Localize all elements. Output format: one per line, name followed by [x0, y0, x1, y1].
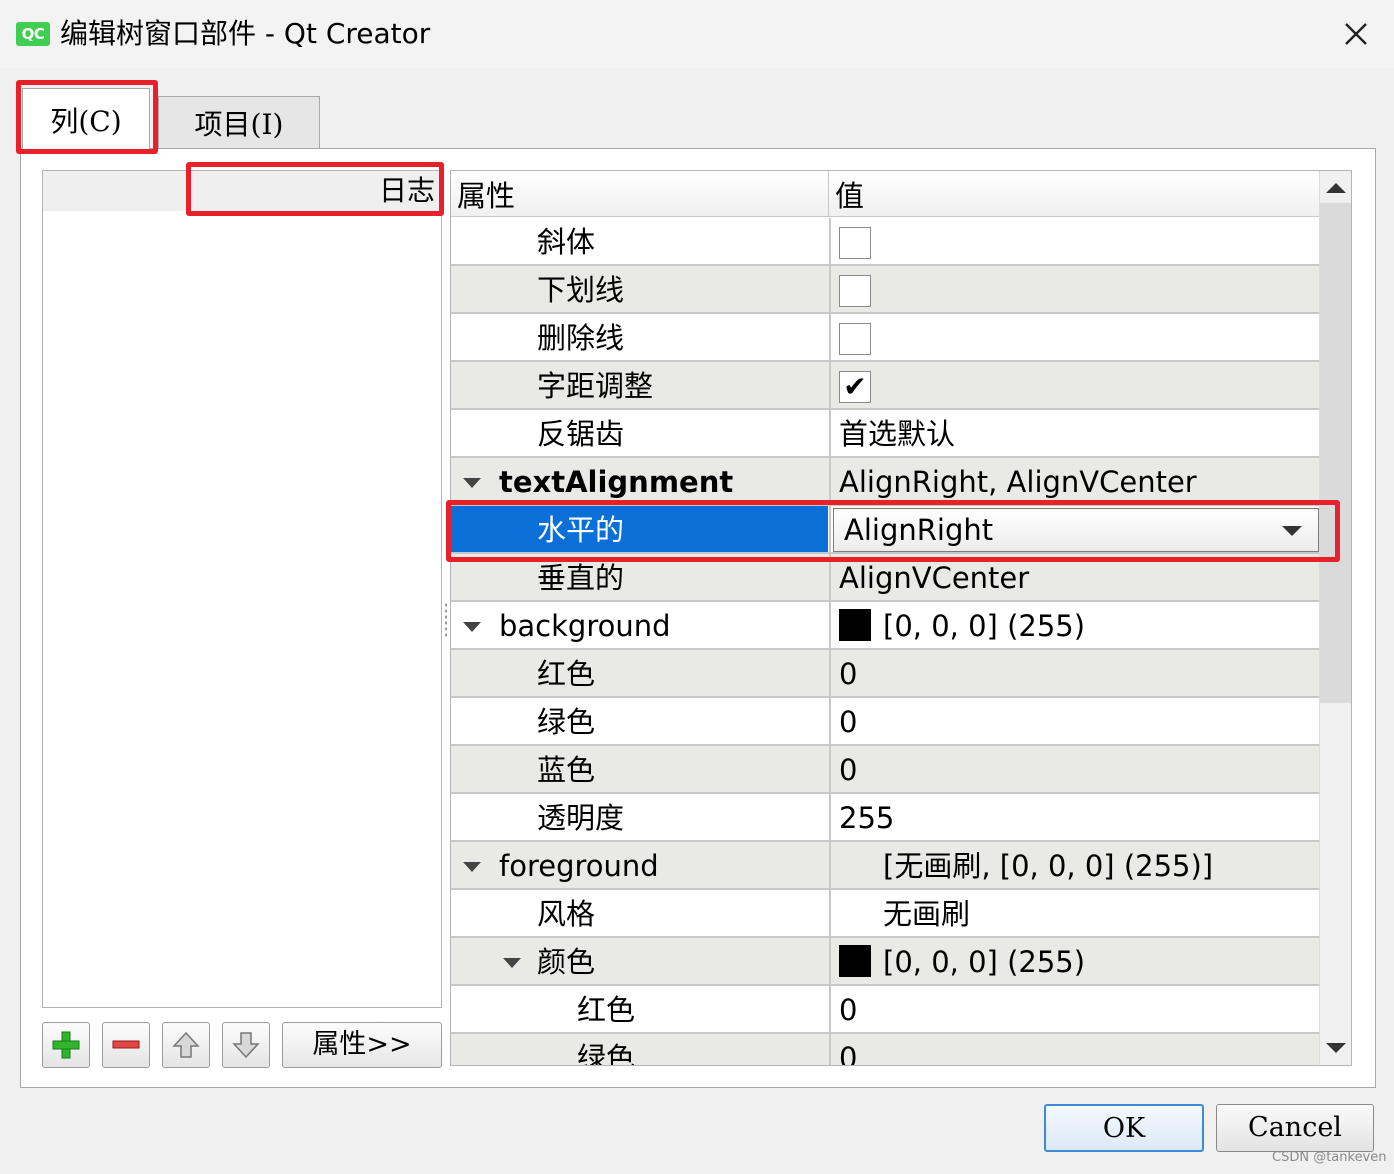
horizontal-alignment-dropdown[interactable]: AlignRight [833, 508, 1319, 552]
property-name: 透明度 [537, 801, 625, 835]
minus-icon [112, 1040, 140, 1049]
property-row-color[interactable]: 颜色 [0, 0, 0] (255) [451, 938, 1319, 986]
property-name: 水平的 [451, 506, 828, 552]
property-row-underline[interactable]: 下划线 [451, 266, 1319, 314]
watermark: CSDN @tankeven [1272, 1150, 1387, 1165]
property-row-blue[interactable]: 蓝色 0 [451, 746, 1319, 794]
property-value [829, 218, 1319, 264]
property-value[interactable]: 首选默认 [829, 410, 1319, 456]
arrow-down-icon [232, 1032, 260, 1059]
property-row-green[interactable]: 绿色 0 [451, 698, 1319, 746]
property-name: 垂直的 [537, 561, 625, 595]
property-value[interactable]: 0 [829, 986, 1319, 1032]
color-swatch [839, 945, 871, 977]
property-value [829, 266, 1319, 312]
property-editor[interactable]: 属性 值 斜体 下划线 删除线 字距调整 ✔ 反锯齿 首选默认 textAlig… [450, 170, 1352, 1066]
property-name: 红色 [577, 993, 636, 1027]
cancel-button[interactable]: Cancel [1216, 1104, 1374, 1152]
property-row-color-green[interactable]: 绿色 0 [451, 1034, 1319, 1066]
property-row-italic[interactable]: 斜体 [451, 218, 1319, 266]
plus-icon [52, 1031, 80, 1059]
expand-arrow-icon[interactable] [463, 622, 481, 632]
property-value[interactable]: [无画刷, [0, 0, 0] (255)] [829, 842, 1319, 888]
property-name: 蓝色 [537, 753, 596, 787]
property-value[interactable]: AlignRight, AlignVCenter [829, 458, 1319, 504]
property-value[interactable]: 255 [829, 794, 1319, 840]
property-row-kerning[interactable]: 字距调整 ✔ [451, 362, 1319, 410]
property-name: 风格 [537, 897, 596, 931]
property-value[interactable]: [0, 0, 0] (255) [829, 938, 1319, 984]
property-name: foreground [451, 842, 828, 888]
column-item-log[interactable]: 日志 [43, 171, 441, 211]
property-row-text-alignment[interactable]: textAlignment AlignRight, AlignVCenter [451, 458, 1319, 506]
scroll-up-arrow-icon[interactable] [1326, 183, 1346, 193]
ok-button[interactable]: OK [1044, 1104, 1204, 1152]
property-value[interactable]: 0 [829, 746, 1319, 792]
property-row-horizontal[interactable]: 水平的 AlignRight [451, 506, 1319, 554]
color-swatch [839, 609, 871, 641]
expand-arrow-icon[interactable] [463, 478, 481, 488]
property-name: 下划线 [537, 273, 625, 307]
expand-arrow-icon[interactable] [503, 958, 521, 968]
property-value: ✔ [829, 362, 1319, 408]
property-name: 红色 [537, 657, 596, 691]
tab-columns[interactable]: 列(C) [22, 88, 150, 150]
scrollbar-thumb[interactable] [1320, 203, 1351, 703]
property-value[interactable]: [0, 0, 0] (255) [829, 602, 1319, 648]
tab-items[interactable]: 项目(I) [158, 96, 320, 148]
close-icon [1345, 23, 1367, 45]
property-name: 字距调整 [537, 369, 654, 403]
property-row-color-red[interactable]: 红色 0 [451, 986, 1319, 1034]
property-name: 斜体 [537, 225, 596, 259]
property-row-vertical[interactable]: 垂直的 AlignVCenter [451, 554, 1319, 602]
property-value[interactable]: 0 [829, 698, 1319, 744]
splitter-handle[interactable] [444, 602, 448, 638]
move-up-button[interactable] [162, 1022, 210, 1068]
properties-toggle-button[interactable]: 属性>> [282, 1022, 442, 1068]
property-name: 颜色 [451, 938, 828, 984]
strikeout-checkbox[interactable] [839, 323, 871, 355]
scroll-down-arrow-icon[interactable] [1326, 1043, 1346, 1053]
header-value[interactable]: 值 [829, 171, 1319, 217]
property-row-red[interactable]: 红色 0 [451, 650, 1319, 698]
kerning-checkbox[interactable]: ✔ [839, 371, 871, 403]
expand-arrow-icon[interactable] [463, 862, 481, 872]
property-name: 绿色 [577, 1041, 636, 1066]
qt-creator-logo-icon: QC [16, 22, 50, 46]
property-value[interactable]: 无画刷 [829, 890, 1319, 936]
property-row-antialiasing[interactable]: 反锯齿 首选默认 [451, 410, 1319, 458]
property-name: textAlignment [451, 458, 828, 504]
property-row-background[interactable]: background [0, 0, 0] (255) [451, 602, 1319, 650]
italic-checkbox[interactable] [839, 227, 871, 259]
add-column-button[interactable] [42, 1022, 90, 1068]
vertical-scrollbar[interactable] [1319, 171, 1351, 1065]
property-value: AlignRight [829, 506, 1319, 552]
window-title: 编辑树窗口部件 - Qt Creator [60, 17, 431, 50]
property-row-style[interactable]: 风格 无画刷 [451, 890, 1319, 938]
property-value[interactable]: AlignVCenter [829, 554, 1319, 600]
chevron-down-icon [1282, 526, 1302, 536]
property-row-strikeout[interactable]: 删除线 [451, 314, 1319, 362]
property-row-alpha[interactable]: 透明度 255 [451, 794, 1319, 842]
column-list[interactable]: 日志 [42, 170, 442, 1008]
property-name: 绿色 [537, 705, 596, 739]
close-button[interactable] [1334, 12, 1378, 56]
property-value[interactable]: 0 [829, 1034, 1319, 1065]
title-bar: QC 编辑树窗口部件 - Qt Creator [0, 0, 1394, 68]
remove-column-button[interactable] [102, 1022, 150, 1068]
property-value[interactable]: 0 [829, 650, 1319, 696]
property-row-foreground[interactable]: foreground [无画刷, [0, 0, 0] (255)] [451, 842, 1319, 890]
property-name: 反锯齿 [537, 417, 625, 451]
property-name: 删除线 [537, 321, 625, 355]
move-down-button[interactable] [222, 1022, 270, 1068]
header-property[interactable]: 属性 [451, 171, 828, 217]
underline-checkbox[interactable] [839, 275, 871, 307]
arrow-up-icon [172, 1031, 200, 1058]
property-value [829, 314, 1319, 360]
property-name: background [451, 602, 828, 648]
property-header: 属性 值 [451, 171, 1319, 217]
